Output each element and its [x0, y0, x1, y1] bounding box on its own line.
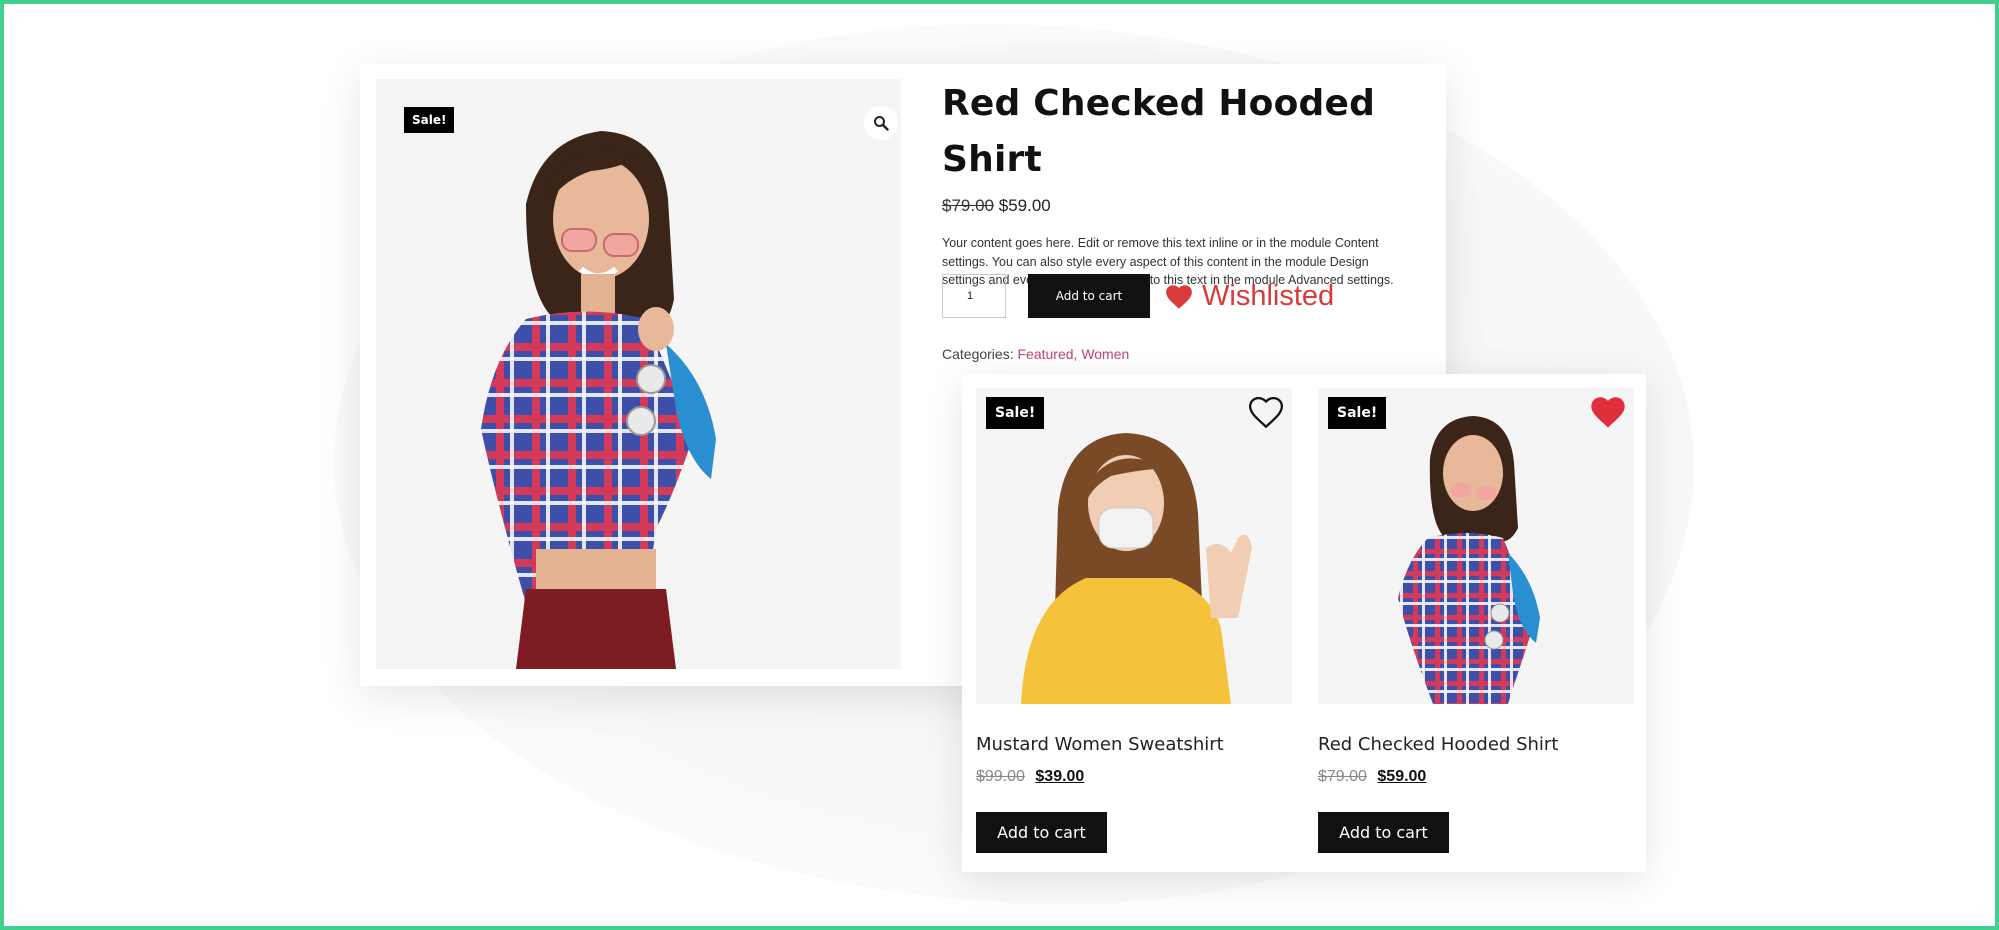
product-price: $79.00 $59.00	[942, 196, 1422, 216]
wishlist-toggle[interactable]: Wishlisted	[1164, 280, 1334, 313]
heart-outline-icon	[1248, 396, 1284, 429]
heart-filled-icon	[1166, 284, 1192, 309]
sale-price: $59.00	[1377, 768, 1427, 785]
quantity-input[interactable]: 1	[942, 274, 1006, 318]
sale-badge: Sale!	[404, 107, 455, 133]
product-thumbnail[interactable]: Sale!	[976, 388, 1292, 704]
category-link-featured[interactable]: Featured	[1017, 346, 1073, 362]
category-link-women[interactable]: Women	[1081, 346, 1129, 362]
product-photo-girl-plaid-shirt	[481, 131, 716, 669]
product-thumbnail[interactable]: Sale!	[1318, 388, 1634, 704]
sale-badge: Sale!	[986, 397, 1045, 429]
product-price: $99.00 $39.00	[976, 768, 1292, 786]
wishlist-button[interactable]	[1588, 394, 1628, 435]
screenshot-frame: Sale! Red Checked Hooded Shirt $79.00 $5…	[0, 0, 1999, 930]
wishlist-label: Wishlisted	[1202, 279, 1335, 312]
sale-price: $39.00	[1035, 768, 1085, 785]
add-to-cart-form: 1 Add to cart Wishlisted	[942, 274, 1334, 318]
product-photo-girl-plaid-shirt	[1398, 416, 1540, 704]
add-to-cart-button[interactable]: Add to cart	[1028, 274, 1150, 318]
product-title[interactable]: Red Checked Hooded Shirt	[1318, 734, 1634, 755]
related-products-grid: Sale! Mustard Women Sweatshirt $99.00 $3…	[962, 374, 1646, 872]
product-price: $79.00 $59.00	[1318, 768, 1634, 786]
wishlist-button[interactable]	[1246, 394, 1286, 435]
product-main-image[interactable]: Sale!	[376, 79, 901, 669]
sale-badge: Sale!	[1328, 397, 1387, 429]
product-card: Sale! Mustard Women Sweatshirt $99.00 $3…	[976, 388, 1292, 853]
add-to-cart-button[interactable]: Add to cart	[1318, 812, 1449, 853]
product-card: Sale! Red Checked Hooded Shirt $79.00 $5…	[1318, 388, 1634, 853]
sale-price: $59.00	[998, 196, 1051, 215]
product-summary: Red Checked Hooded Shirt $79.00 $59.00 Y…	[942, 76, 1422, 362]
regular-price: $99.00	[976, 768, 1025, 785]
heart-filled-icon	[1591, 397, 1625, 428]
categories-label: Categories:	[942, 346, 1014, 362]
zoom-button[interactable]	[864, 106, 898, 140]
add-to-cart-button[interactable]: Add to cart	[976, 812, 1107, 853]
magnifier-icon	[874, 116, 889, 131]
regular-price: $79.00	[942, 196, 994, 215]
product-categories: Categories: Featured, Women	[942, 346, 1129, 362]
product-photo-girl-yellow-sweatshirt	[1021, 433, 1252, 704]
regular-price: $79.00	[1318, 768, 1367, 785]
product-title: Red Checked Hooded Shirt	[942, 83, 1376, 180]
product-title[interactable]: Mustard Women Sweatshirt	[976, 734, 1292, 755]
